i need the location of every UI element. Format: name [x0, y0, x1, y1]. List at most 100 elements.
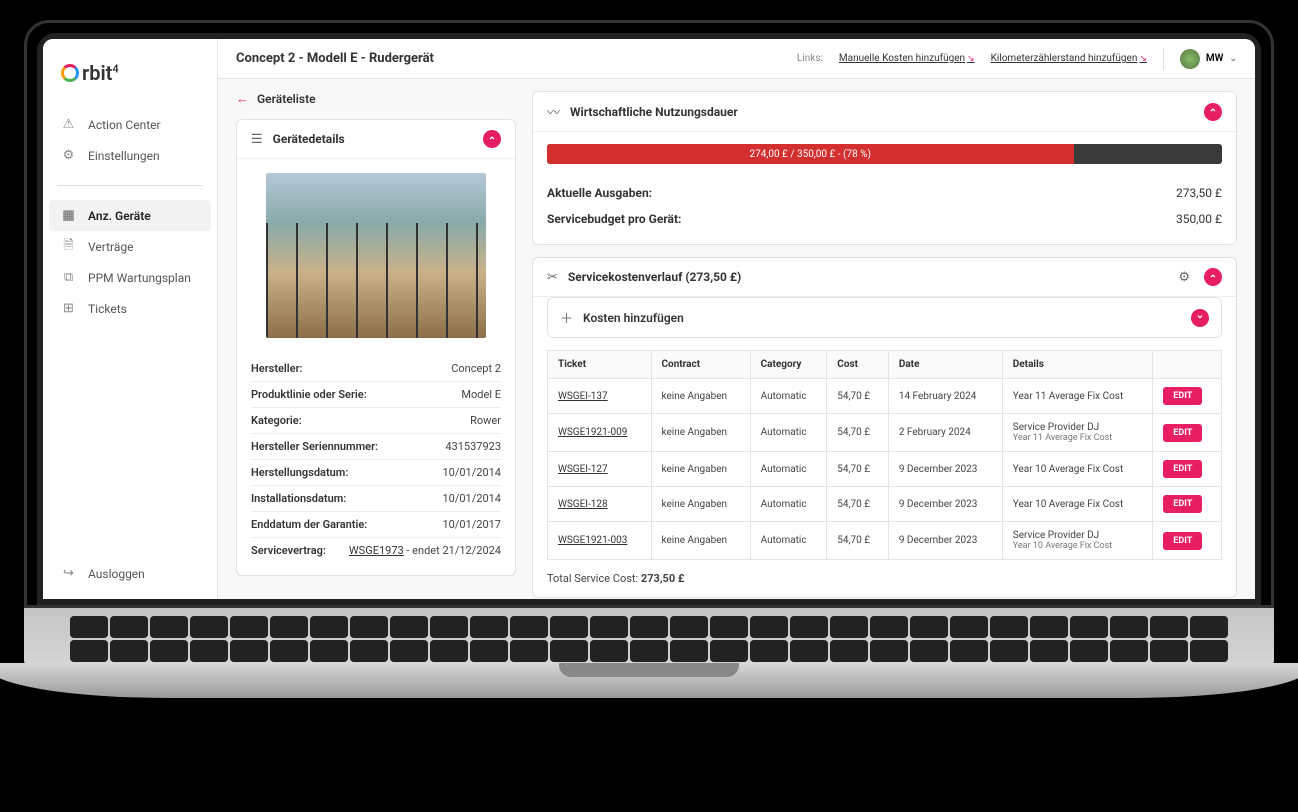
nav-label: Tickets: [88, 302, 127, 316]
detail-row: Hersteller:Concept 2: [251, 356, 501, 382]
logo: rbit4: [43, 49, 217, 105]
table-header: [1153, 351, 1222, 379]
ticket-link[interactable]: WSGEI-128: [558, 499, 608, 510]
cell-cost: 54,70 £: [827, 522, 889, 560]
table-row: WSGEI-127 keine Angaben Automatic 54,70 …: [548, 452, 1222, 487]
user-menu[interactable]: MW ⌄: [1180, 49, 1237, 69]
collapse-toggle[interactable]: [1204, 103, 1222, 121]
page-title: Concept 2 - Modell E - Rudergerät: [236, 51, 781, 66]
table-header: Contract: [651, 351, 750, 379]
gear-icon[interactable]: ⚙: [1178, 270, 1190, 285]
logout-button[interactable]: ↪ Ausloggen: [43, 558, 217, 589]
sidebar-item-vertr-ge[interactable]: 🗎Verträge: [43, 231, 217, 262]
nav-icon: ⊞: [61, 301, 76, 316]
details-main: Service Provider DJ: [1013, 422, 1143, 433]
nav-label: PPM Wartungsplan: [88, 271, 191, 285]
detail-label: Hersteller Seriennummer:: [251, 440, 378, 453]
arrow-icon: ↘: [967, 54, 975, 64]
add-manual-cost-link[interactable]: Manuelle Kosten hinzufügen↘: [839, 53, 975, 64]
ticket-link[interactable]: WSGEI-137: [558, 391, 608, 402]
cell-date: 2 February 2024: [888, 414, 1002, 452]
ticket-link[interactable]: WSGE1921-009: [558, 427, 627, 438]
nav-icon: ▦: [61, 208, 76, 223]
detail-value: 431537923: [445, 440, 501, 453]
ticket-link[interactable]: WSGEI-127: [558, 464, 608, 475]
sidebar-item-ppm-wartungsplan[interactable]: ⧉ PPM Wartungsplan: [43, 262, 217, 293]
collapse-toggle[interactable]: [1204, 268, 1222, 286]
cell-cost: 54,70 £: [827, 414, 889, 452]
economic-life-title: Wirtschaftliche Nutzungsdauer: [570, 105, 1194, 119]
cell-category: Automatic: [750, 414, 827, 452]
table-header: Ticket: [548, 351, 652, 379]
table-header: Category: [750, 351, 827, 379]
nav-label: Einstellungen: [88, 149, 160, 163]
cell-date: 9 December 2023: [888, 452, 1002, 487]
detail-row: Produktlinie oder Serie:Model E: [251, 382, 501, 408]
cell-cost: 54,70 £: [827, 487, 889, 522]
service-contract-link[interactable]: WSGE1973: [349, 544, 404, 557]
table-header: Cost: [827, 351, 889, 379]
sidebar-item-tickets[interactable]: ⊞ Tickets: [43, 293, 217, 324]
add-odometer-link[interactable]: Kilometerzählerstand hinzufügen↘: [991, 53, 1147, 64]
edit-button[interactable]: EDIT: [1163, 460, 1202, 478]
budget-row: Aktuelle Ausgaben: 273,50 £: [547, 180, 1222, 206]
edit-button[interactable]: EDIT: [1163, 495, 1202, 513]
budget-label: Aktuelle Ausgaben:: [547, 186, 652, 200]
detail-value: 10/01/2014: [442, 492, 501, 505]
sidebar: rbit4 ⚠Action Center ⚙ Einstellungen ▦Anz.…: [43, 39, 218, 599]
cell-contract: keine Angaben: [651, 379, 750, 414]
edit-button[interactable]: EDIT: [1163, 532, 1202, 550]
cell-category: Automatic: [750, 452, 827, 487]
nav-label: Action Center: [88, 118, 161, 132]
ticket-link[interactable]: WSGE1921-003: [558, 535, 627, 546]
logo-ring-icon: [61, 64, 79, 82]
detail-row: Hersteller Seriennummer: 431537923: [251, 434, 501, 460]
sidebar-item-action-center[interactable]: ⚠Action Center: [43, 109, 217, 140]
logout-icon: ↪: [61, 566, 76, 581]
table-header: Details: [1002, 351, 1153, 379]
sidebar-item-einstellungen[interactable]: ⚙ Einstellungen: [43, 140, 217, 171]
device-details-title: Gerätedetails: [273, 132, 473, 146]
nav-icon: ⧉: [61, 270, 76, 285]
budget-progress-fill: 274,00 £ / 350,00 £ - (78 %): [547, 144, 1074, 164]
collapse-toggle[interactable]: [483, 130, 501, 148]
service-costs-title: Servicekostenverlauf (273,50 £): [568, 270, 1168, 284]
details-sub: Year 10 Average Fix Cost: [1013, 541, 1143, 551]
table-row: WSGEI-128 keine Angaben Automatic 54,70 …: [548, 487, 1222, 522]
back-to-device-list[interactable]: ← Geräteliste: [236, 91, 516, 107]
budget-value: 273,50 £: [1176, 186, 1222, 200]
detail-label: Herstellungsdatum:: [251, 466, 348, 479]
detail-value: Concept 2: [451, 362, 501, 375]
sidebar-item-anz-ger-te[interactable]: ▦Anz. Geräte: [49, 200, 211, 231]
chart-icon: 〰: [547, 102, 560, 121]
cell-details: Service Provider DJYear 10 Average Fix C…: [1002, 522, 1153, 560]
nav-icon: ⚙: [61, 148, 76, 163]
edit-button[interactable]: EDIT: [1163, 424, 1202, 442]
nav-label: Verträge: [88, 240, 134, 254]
economic-life-card: 〰 Wirtschaftliche Nutzungsdauer 274,00 £…: [532, 91, 1237, 245]
detail-row: Herstellungsdatum: 10/01/2014: [251, 460, 501, 486]
detail-value: 10/01/2014: [442, 466, 501, 479]
add-cost-label: Kosten hinzufügen: [583, 311, 1181, 325]
plus-icon: ＋: [560, 308, 573, 327]
detail-value: Rower: [470, 414, 501, 427]
logout-label: Ausloggen: [88, 567, 145, 581]
device-image: [266, 173, 486, 338]
arrow-icon: ↘: [1139, 54, 1147, 64]
expand-toggle[interactable]: [1191, 309, 1209, 327]
details-icon: ☰: [251, 132, 263, 147]
table-row: WSGE1921-009 keine Angaben Automatic 54,…: [548, 414, 1222, 452]
chevron-down-icon: ⌄: [1229, 54, 1237, 64]
topbar-divider: [1163, 48, 1164, 70]
cell-category: Automatic: [750, 522, 827, 560]
detail-value: 10/01/2017: [442, 518, 501, 531]
costs-table: TicketContractCategoryCostDateDetails WS…: [547, 350, 1222, 560]
edit-button[interactable]: EDIT: [1163, 387, 1202, 405]
detail-label: Produktlinie oder Serie:: [251, 388, 367, 401]
cell-category: Automatic: [750, 379, 827, 414]
cell-details: Year 10 Average Fix Cost: [1002, 452, 1153, 487]
cell-cost: 54,70 £: [827, 452, 889, 487]
add-cost-panel: ＋ Kosten hinzufügen: [547, 297, 1222, 338]
cell-contract: keine Angaben: [651, 487, 750, 522]
cell-contract: keine Angaben: [651, 452, 750, 487]
